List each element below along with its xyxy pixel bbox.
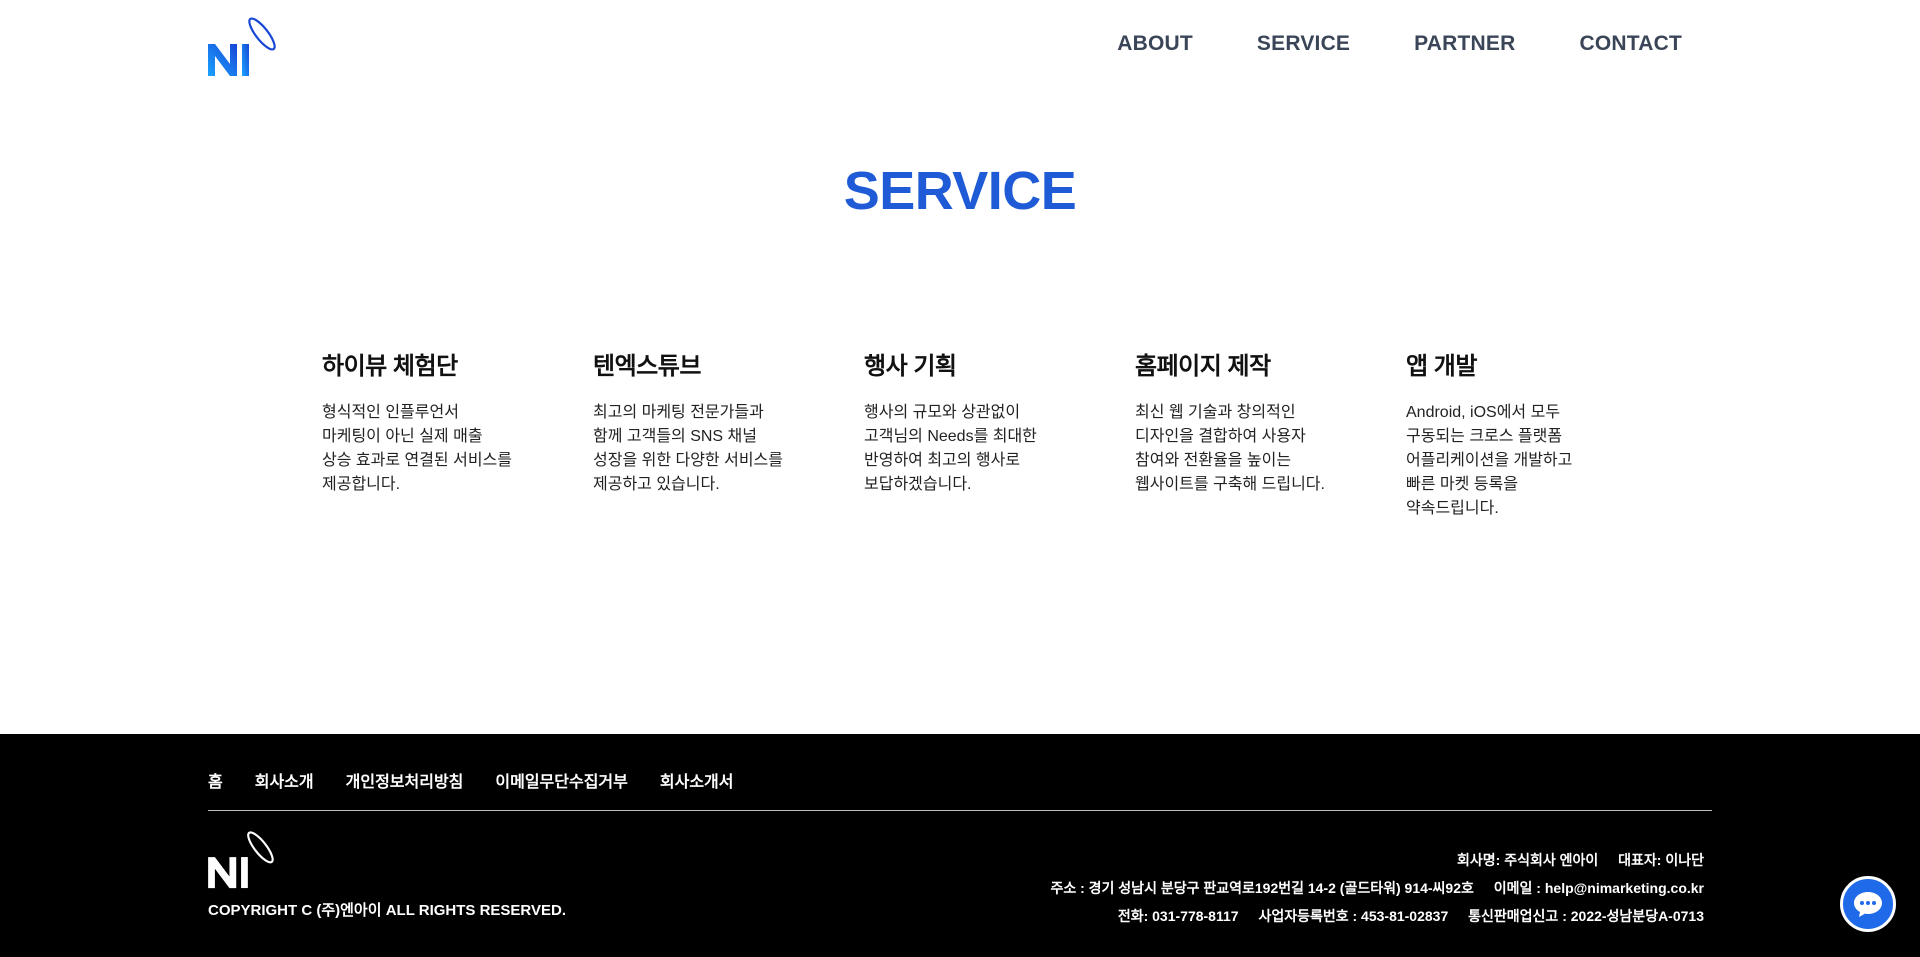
service-description: 행사의 규모와 상관없이 고객님의 Needs를 최대한 반영하여 최고의 행사… xyxy=(864,404,1037,493)
service-title: 텐엑스튜브 xyxy=(593,353,701,380)
service-description: 형식적인 인플루언서 마케팅이 아닌 실제 매출 상승 효과로 연결된 서비스를… xyxy=(322,404,512,493)
footer-logo xyxy=(208,831,274,889)
company-info-row: 전화: 031-778-8117 사업자등록번호 : 453-81-02837 … xyxy=(1050,902,1704,930)
logo[interactable] xyxy=(206,14,282,78)
service-title: 앱 개발 xyxy=(1406,353,1477,380)
company-phone: 전화: 031-778-8117 xyxy=(1117,908,1239,924)
main-nav: ABOUT SERVICE PARTNER CONTACT xyxy=(1117,32,1682,56)
company-email: 이메일 : help@nimarketing.co.kr xyxy=(1493,880,1704,896)
footer-link-about[interactable]: 회사소개 xyxy=(255,768,314,792)
page-title: SERVICE xyxy=(843,161,1077,221)
company-info-row: 회사명: 주식회사 엔아이 대표자: 이나단 xyxy=(1050,846,1704,874)
company-business-number: 사업자등록번호 : 453-81-02837 xyxy=(1258,908,1449,924)
service-description: Android, iOS에서 모두 구동되는 크로스 플랫폼 어플리케이션을 개… xyxy=(1406,404,1573,517)
footer-link-email-policy[interactable]: 이메일무단수집거부 xyxy=(495,768,627,792)
company-address: 주소 : 경기 성남시 분당구 판교역로192번길 14-2 (골드타워) 91… xyxy=(1050,880,1474,896)
service-title: 하이뷰 체험단 xyxy=(322,353,458,380)
service-title: 행사 기획 xyxy=(864,353,957,380)
company-name: 회사명: 주식회사 엔아이 xyxy=(1457,852,1599,868)
service-description: 최고의 마케팅 전문가들과 함께 고객들의 SNS 채널 성장을 위한 다양한 … xyxy=(593,404,783,493)
chat-button[interactable] xyxy=(1840,876,1896,932)
footer-link-home[interactable]: 홈 xyxy=(208,768,223,792)
company-ceo: 대표자: 이나단 xyxy=(1618,852,1704,868)
service-card-homepage: 홈페이지 제작 최신 웹 기술과 창의적인 디자인을 결합하여 사용자 참여와 … xyxy=(1135,346,1406,521)
nav-service[interactable]: SERVICE xyxy=(1257,32,1350,56)
nav-about[interactable]: ABOUT xyxy=(1117,32,1193,56)
chat-bubble-icon xyxy=(1854,892,1882,917)
service-description: 최신 웹 기술과 창의적인 디자인을 결합하여 사용자 참여와 전환율을 높이는… xyxy=(1135,404,1325,493)
footer-divider xyxy=(208,810,1712,811)
services-list: 하이뷰 체험단 형식적인 인플루언서 마케팅이 아닌 실제 매출 상승 효과로 … xyxy=(322,346,1677,521)
footer-link-brochure[interactable]: 회사소개서 xyxy=(660,768,734,792)
service-title: 홈페이지 제작 xyxy=(1135,353,1271,380)
company-info-row: 주소 : 경기 성남시 분당구 판교역로192번길 14-2 (골드타워) 91… xyxy=(1050,874,1704,902)
company-info: 회사명: 주식회사 엔아이 대표자: 이나단 주소 : 경기 성남시 분당구 판… xyxy=(1050,846,1704,930)
copyright: COPYRIGHT C (주)엔아이 ALL RIGHTS RESERVED. xyxy=(208,902,567,919)
site-header: ABOUT SERVICE PARTNER CONTACT xyxy=(0,0,1920,92)
company-ecommerce-number: 통신판매업신고 : 2022-성남분당A-0713 xyxy=(1468,908,1704,924)
service-card-hiview: 하이뷰 체험단 형식적인 인플루언서 마케팅이 아닌 실제 매출 상승 효과로 … xyxy=(322,346,593,521)
footer-links: 홈 회사소개 개인정보처리방침 이메일무단수집거부 회사소개서 xyxy=(208,768,733,792)
nav-partner[interactable]: PARTNER xyxy=(1414,32,1515,56)
service-card-tenxtube: 텐엑스튜브 최고의 마케팅 전문가들과 함께 고객들의 SNS 채널 성장을 위… xyxy=(593,346,864,521)
service-card-event: 행사 기획 행사의 규모와 상관없이 고객님의 Needs를 최대한 반영하여 … xyxy=(864,346,1135,521)
service-card-app: 앱 개발 Android, iOS에서 모두 구동되는 크로스 플랫폼 어플리케… xyxy=(1406,346,1677,521)
site-footer: 홈 회사소개 개인정보처리방침 이메일무단수집거부 회사소개서 COPYRIGH… xyxy=(0,734,1920,957)
footer-link-privacy[interactable]: 개인정보처리방침 xyxy=(346,768,464,792)
nav-contact[interactable]: CONTACT xyxy=(1580,32,1683,56)
